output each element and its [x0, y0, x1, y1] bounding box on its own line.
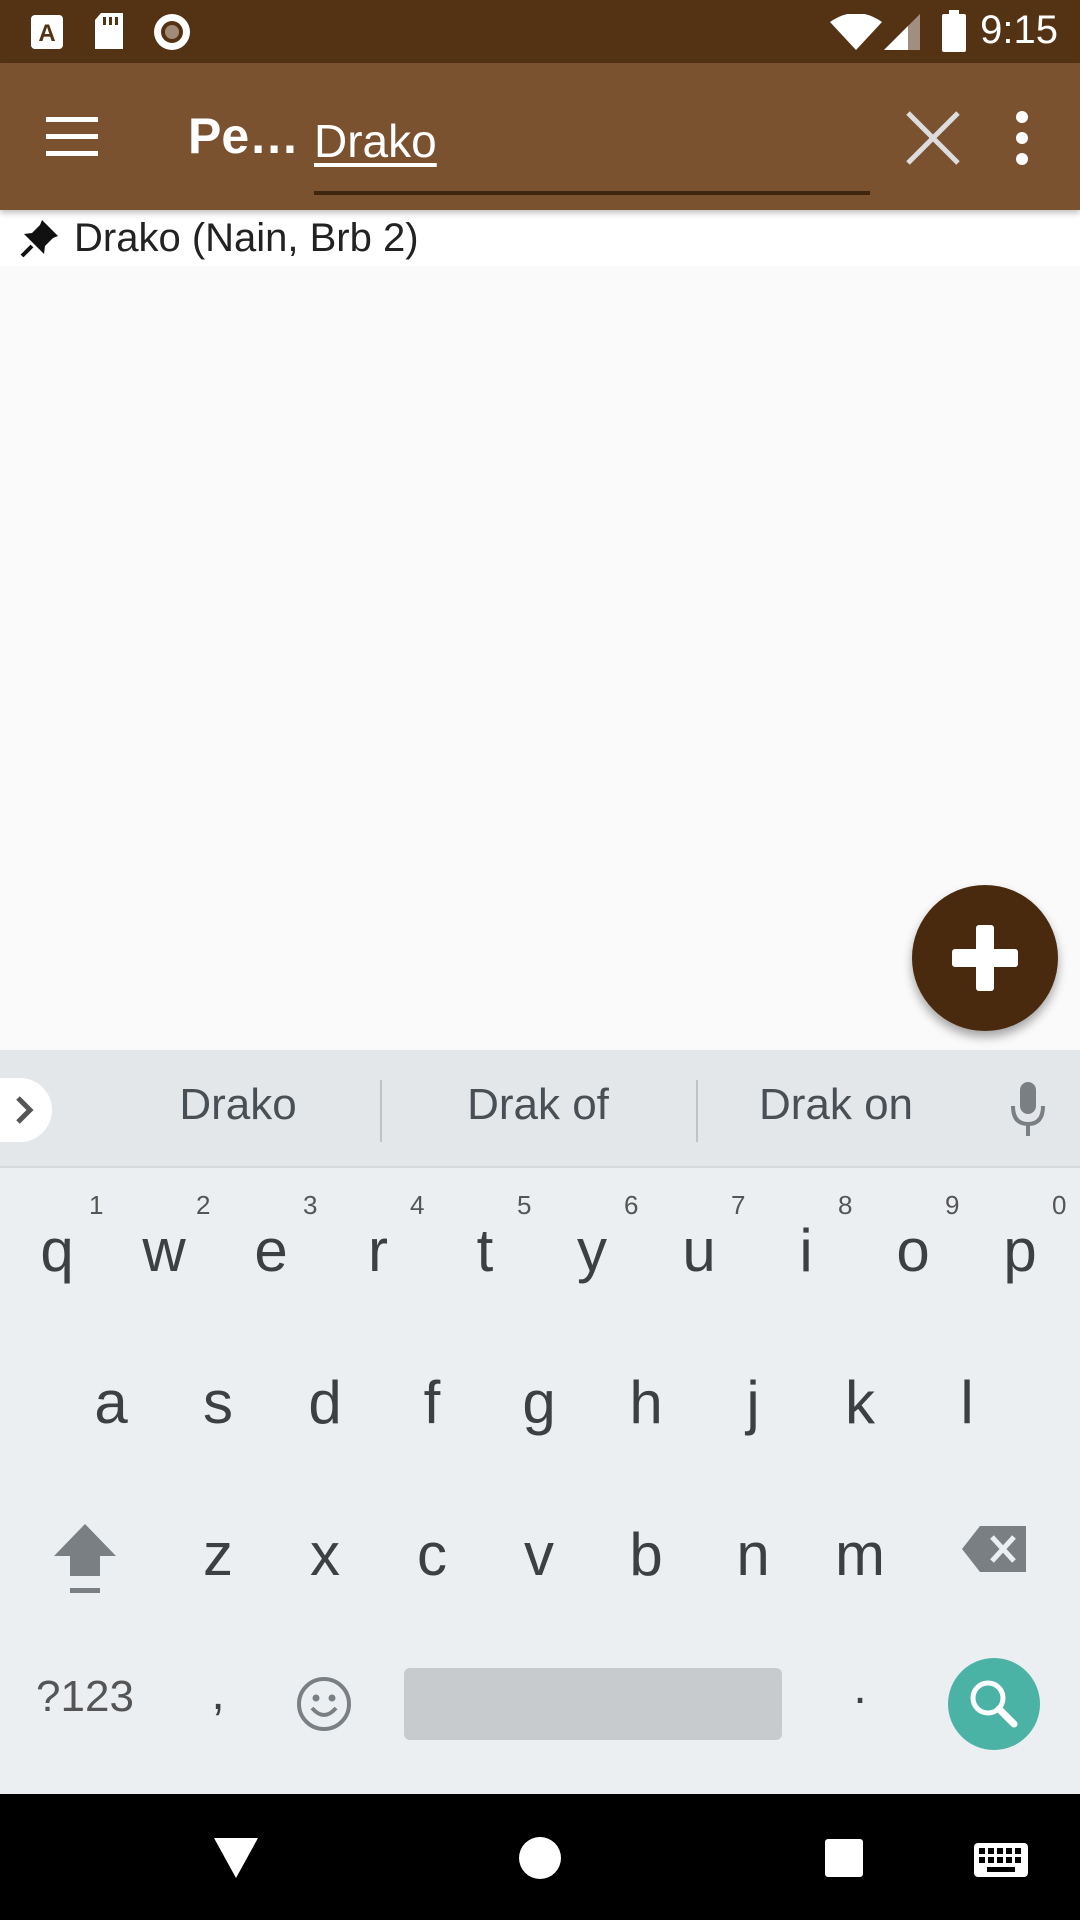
key-f[interactable]: f [382, 1368, 482, 1437]
signal-icon [884, 14, 920, 50]
list-item[interactable]: Drako (Nain, Brb 2) [0, 210, 1080, 266]
keyboard-switch-icon[interactable] [973, 1842, 1029, 1878]
recents-icon[interactable] [824, 1838, 864, 1878]
search-input[interactable] [314, 101, 854, 181]
space-bar[interactable] [404, 1668, 782, 1740]
chevron-right-icon [16, 1096, 34, 1124]
key-d[interactable]: d [275, 1368, 375, 1437]
key-b[interactable]: b [596, 1520, 696, 1589]
add-button[interactable] [912, 885, 1058, 1031]
expand-suggestions-button[interactable] [0, 1078, 52, 1142]
key-hint: 1 [89, 1190, 104, 1220]
key-h[interactable]: h [596, 1368, 696, 1437]
plus-icon [952, 925, 1018, 991]
key-l[interactable]: l [917, 1368, 1017, 1437]
key-r[interactable]: r [328, 1216, 428, 1285]
key-hint: 0 [1052, 1190, 1067, 1220]
menu-icon[interactable] [38, 109, 108, 165]
key-c[interactable]: c [382, 1520, 482, 1589]
symbols-key[interactable]: ?123 [20, 1672, 150, 1722]
status-bar: A 9:15 [0, 0, 1080, 63]
back-icon[interactable] [212, 1836, 260, 1880]
suggestion-divider [696, 1080, 698, 1142]
search-field [314, 101, 870, 195]
key-e[interactable]: e [221, 1216, 321, 1285]
clock: 9:15 [980, 8, 1058, 52]
suggestion-2[interactable]: Drak of [428, 1080, 648, 1130]
key-hint: 4 [410, 1190, 425, 1220]
wifi-icon [830, 14, 882, 50]
backspace-icon[interactable] [962, 1524, 1028, 1574]
key-q[interactable]: q [7, 1216, 107, 1285]
close-icon[interactable] [898, 103, 968, 173]
key-z[interactable]: z [168, 1520, 268, 1589]
key-hint: 2 [196, 1190, 211, 1220]
key-hint: 9 [945, 1190, 960, 1220]
keyboard: q1w2e3r4t5y6u7i8o9p0 asdfghjkl zxcvbnm ?… [0, 1168, 1080, 1794]
period-key[interactable]: . [810, 1660, 910, 1715]
key-s[interactable]: s [168, 1368, 268, 1437]
results-list: Drako (Nain, Brb 2) [0, 210, 1080, 266]
suggestion-1[interactable]: Drako [128, 1080, 348, 1130]
suggestion-strip: Drako Drak of Drak on [0, 1050, 1080, 1168]
key-u[interactable]: u [649, 1216, 749, 1285]
key-hint: 3 [303, 1190, 318, 1220]
key-g[interactable]: g [489, 1368, 589, 1437]
page-title: Pe… [188, 108, 300, 164]
search-icon [970, 1680, 1018, 1728]
shift-icon[interactable] [50, 1520, 120, 1596]
key-hint: 6 [624, 1190, 639, 1220]
navigation-bar [0, 1794, 1080, 1920]
key-hint: 7 [731, 1190, 746, 1220]
key-o[interactable]: o [863, 1216, 963, 1285]
font-a-icon: A [31, 15, 63, 49]
home-icon[interactable] [518, 1836, 562, 1880]
suggestion-3[interactable]: Drak on [726, 1080, 946, 1130]
key-x[interactable]: x [275, 1520, 375, 1589]
key-k[interactable]: k [810, 1368, 910, 1437]
key-j[interactable]: j [703, 1368, 803, 1437]
comma-key[interactable]: , [168, 1666, 268, 1721]
list-item-label: Drako (Nain, Brb 2) [74, 216, 419, 260]
more-vert-icon[interactable] [1000, 103, 1044, 173]
key-n[interactable]: n [703, 1520, 803, 1589]
key-hint: 5 [517, 1190, 532, 1220]
record-icon [154, 14, 190, 50]
svg-text:A: A [38, 20, 55, 47]
pin-icon [20, 220, 58, 258]
key-i[interactable]: i [756, 1216, 856, 1285]
key-hint: 8 [838, 1190, 853, 1220]
key-w[interactable]: w [114, 1216, 214, 1285]
app-bar: Pe… [0, 63, 1080, 210]
key-m[interactable]: m [810, 1520, 910, 1589]
microphone-icon[interactable] [1008, 1080, 1048, 1140]
suggestion-divider [380, 1080, 382, 1142]
key-a[interactable]: a [61, 1368, 161, 1437]
key-t[interactable]: t [435, 1216, 535, 1285]
battery-icon [942, 10, 966, 52]
search-key[interactable] [948, 1658, 1040, 1750]
key-v[interactable]: v [489, 1520, 589, 1589]
key-p[interactable]: p [970, 1216, 1070, 1285]
emoji-icon[interactable] [296, 1676, 352, 1732]
key-y[interactable]: y [542, 1216, 642, 1285]
sd-card-icon [95, 13, 123, 49]
